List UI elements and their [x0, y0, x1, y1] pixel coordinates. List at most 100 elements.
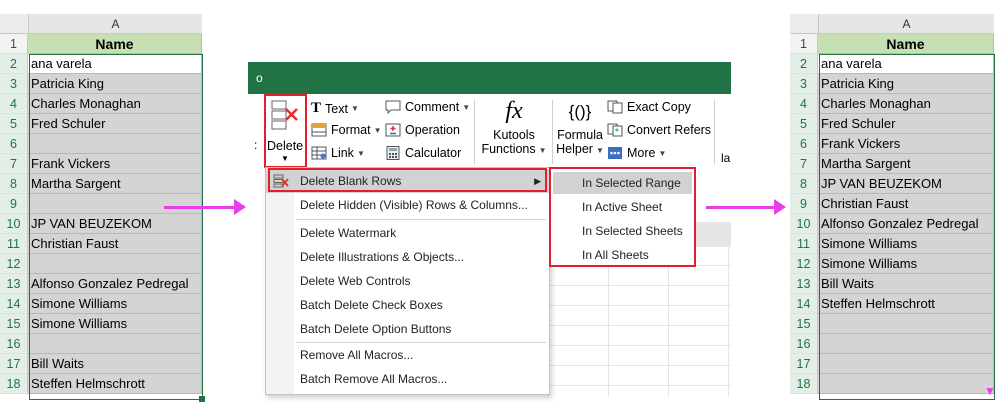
name-cell[interactable]: Fred Schuler	[28, 114, 202, 134]
name-cell[interactable]	[28, 134, 202, 154]
select-all-corner[interactable]	[0, 14, 29, 34]
name-cell[interactable]: Martha Sargent	[818, 154, 994, 174]
row-number[interactable]: 8	[790, 174, 818, 194]
name-cell[interactable]: Bill Waits	[28, 354, 202, 374]
name-cell[interactable]: ana varela	[818, 54, 994, 74]
name-cell[interactable]: Simone Williams	[28, 294, 202, 314]
column-header-a[interactable]: A	[819, 14, 994, 34]
name-cell[interactable]: Bill Waits	[818, 274, 994, 294]
row-number[interactable]: 1	[0, 34, 28, 54]
name-cell[interactable]	[28, 334, 202, 354]
name-cell[interactable]: Frank Vickers	[28, 154, 202, 174]
submenu-item-selected-sheets[interactable]: In Selected Sheets	[553, 220, 692, 242]
row-number[interactable]: 1	[790, 34, 818, 54]
column-header-a[interactable]: A	[29, 14, 202, 34]
name-cell[interactable]	[818, 354, 994, 374]
row-number[interactable]: 2	[790, 54, 818, 74]
name-cell[interactable]: Simone Williams	[818, 234, 994, 254]
row-number[interactable]: 11	[0, 234, 28, 254]
row-number[interactable]: 10	[790, 214, 818, 234]
row-number[interactable]: 4	[790, 94, 818, 114]
operation-button[interactable]: Operation	[385, 123, 460, 137]
row-number[interactable]: 18	[0, 374, 28, 394]
name-cell[interactable]: Christian Faust	[28, 234, 202, 254]
menu-item-remove-all-macros[interactable]: Remove All Macros...	[266, 343, 549, 367]
row-number[interactable]: 16	[790, 334, 818, 354]
name-cell[interactable]: Alfonso Gonzalez Pedregal	[28, 274, 202, 294]
row-number[interactable]: 3	[790, 74, 818, 94]
fill-handle[interactable]	[199, 396, 205, 402]
row-number[interactable]: 7	[790, 154, 818, 174]
name-cell[interactable]: Steffen Helmschrott	[818, 294, 994, 314]
menu-item-batch-delete-option-buttons[interactable]: Batch Delete Option Buttons	[266, 317, 549, 341]
row-number[interactable]: 18	[790, 374, 818, 394]
name-cell[interactable]: Steffen Helmschrott	[28, 374, 202, 394]
more-button[interactable]: More ▼	[607, 146, 666, 160]
exact-copy-button[interactable]: Exact Copy	[607, 100, 691, 114]
select-all-corner[interactable]	[790, 14, 819, 34]
menu-item-delete-hidden-rows[interactable]: Delete Hidden (Visible) Rows & Columns..…	[266, 193, 549, 217]
row-number[interactable]: 14	[790, 294, 818, 314]
name-cell[interactable]	[818, 374, 994, 394]
format-button[interactable]: Format ▼	[311, 123, 382, 137]
row-number[interactable]: 14	[0, 294, 28, 314]
row-number[interactable]: 12	[790, 254, 818, 274]
menu-item-delete-watermark[interactable]: Delete Watermark	[266, 221, 549, 245]
name-cell[interactable]: Christian Faust	[818, 194, 994, 214]
formula-helper-button[interactable]: {()} Formula Helper ▼	[554, 96, 606, 168]
row-number[interactable]: 16	[0, 334, 28, 354]
calculator-button[interactable]: Calculator	[385, 146, 461, 160]
row-number[interactable]: 15	[0, 314, 28, 334]
name-cell[interactable]: JP VAN BEUZEKOM	[818, 174, 994, 194]
row-number[interactable]: 5	[0, 114, 28, 134]
row-number[interactable]: 6	[0, 134, 28, 154]
row-number[interactable]: 6	[790, 134, 818, 154]
row-number[interactable]: 12	[0, 254, 28, 274]
submenu-item-active-sheet[interactable]: In Active Sheet	[553, 196, 692, 218]
name-cell[interactable]	[28, 254, 202, 274]
name-cell[interactable]: Fred Schuler	[818, 114, 994, 134]
name-cell[interactable]: Martha Sargent	[28, 174, 202, 194]
menu-item-batch-delete-check-boxes[interactable]: Batch Delete Check Boxes	[266, 293, 549, 317]
name-cell[interactable]: Simone Williams	[28, 314, 202, 334]
name-cell[interactable]	[818, 334, 994, 354]
row-number[interactable]: 17	[0, 354, 28, 374]
row-number[interactable]: 4	[0, 94, 28, 114]
menu-item-delete-illustrations[interactable]: Delete Illustrations & Objects...	[266, 245, 549, 269]
kutools-functions-button[interactable]: fx Kutools Functions ▼	[480, 96, 548, 168]
header-cell[interactable]: Name	[28, 34, 202, 54]
header-cell[interactable]: Name	[818, 34, 994, 54]
link-button[interactable]: Link ▼	[311, 146, 365, 160]
text-button[interactable]: T Text ▼	[311, 100, 359, 117]
row-number[interactable]: 13	[0, 274, 28, 294]
name-cell[interactable]: Charles Monaghan	[818, 94, 994, 114]
menu-item-batch-remove-all-macros[interactable]: Batch Remove All Macros...	[266, 367, 549, 391]
name-cell[interactable]: Frank Vickers	[818, 134, 994, 154]
name-cell[interactable]: ana varela	[28, 54, 202, 74]
row-number[interactable]: 8	[0, 174, 28, 194]
row-number[interactable]: 17	[790, 354, 818, 374]
name-cell[interactable]: Patricia King	[818, 74, 994, 94]
row-number[interactable]: 9	[790, 194, 818, 214]
name-cell[interactable]	[28, 194, 202, 214]
menu-item-delete-web-controls[interactable]: Delete Web Controls	[266, 269, 549, 293]
row-number[interactable]: 3	[0, 74, 28, 94]
comment-button[interactable]: Comment ▼	[385, 100, 470, 114]
name-cell[interactable]: Simone Williams	[818, 254, 994, 274]
name-cell[interactable]: Charles Monaghan	[28, 94, 202, 114]
row-number[interactable]: 7	[0, 154, 28, 174]
row-number[interactable]: 5	[790, 114, 818, 134]
row-number[interactable]: 10	[0, 214, 28, 234]
name-cell[interactable]: JP VAN BEUZEKOM	[28, 214, 202, 234]
row-number[interactable]: 9	[0, 194, 28, 214]
submenu-item-all-sheets[interactable]: In All Sheets	[553, 244, 692, 266]
row-number[interactable]: 2	[0, 54, 28, 74]
row-number[interactable]: 15	[790, 314, 818, 334]
name-cell[interactable]: Alfonso Gonzalez Pedregal	[818, 214, 994, 234]
row-number[interactable]: 11	[790, 234, 818, 254]
name-cell[interactable]	[818, 314, 994, 334]
submenu-item-selected-range[interactable]: In Selected Range	[553, 172, 692, 194]
name-cell[interactable]: Patricia King	[28, 74, 202, 94]
row-number[interactable]: 13	[790, 274, 818, 294]
convert-refers-button[interactable]: Convert Refers	[607, 123, 711, 137]
